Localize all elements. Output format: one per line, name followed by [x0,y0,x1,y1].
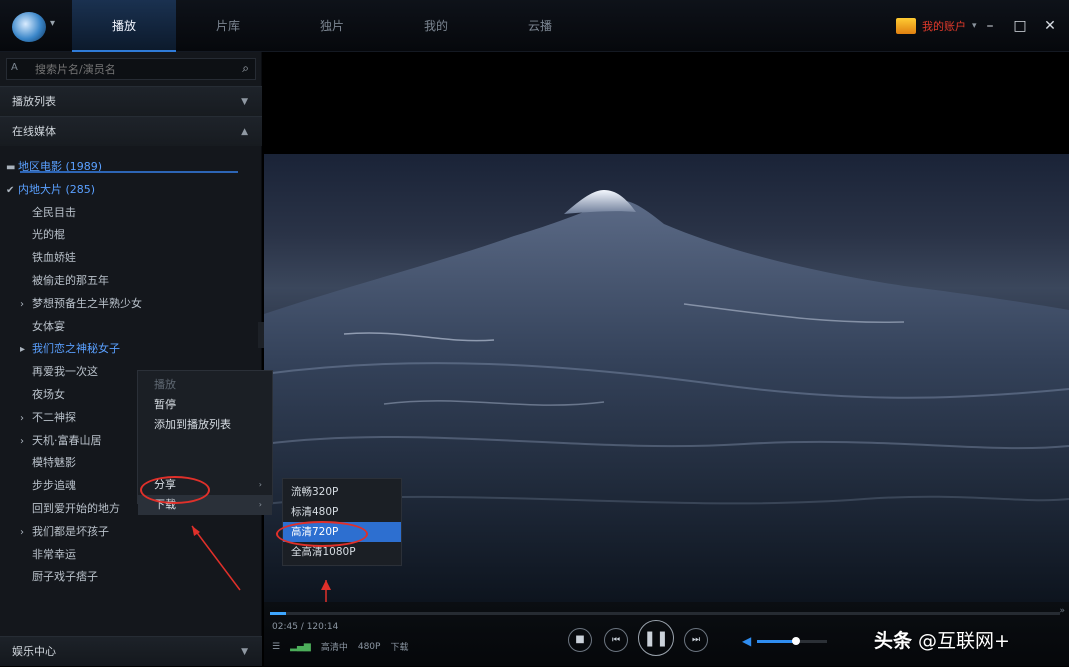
section-online-label: 在线媒体 [12,125,56,138]
title-bar: ▾ 播放 片库 独片 我的 云播 我的账户 ▾ – □ ✕ [0,0,1069,52]
media-tree-item[interactable]: 铁血娇娃 [0,247,262,270]
watermark-handle: @互联网+ [918,630,1010,652]
maximize-icon[interactable]: □ [1007,14,1033,38]
resolution-button[interactable]: 480P [358,642,381,652]
minimize-icon[interactable]: – [977,14,1003,38]
media-tree-item-label: 我们恋之神秘女子 [32,342,120,356]
volume-slider[interactable] [757,636,828,645]
tab-play[interactable]: 播放 [72,0,176,52]
tab-exclusive[interactable]: 独片 [280,0,384,52]
media-tree-item-label: 女体宴 [32,319,65,333]
pause-icon[interactable]: ❚❚ [638,620,674,656]
quality-option[interactable]: 流畅320P [283,482,401,502]
expand-panel-icon[interactable]: » [1059,606,1065,616]
player-controls: 02:45 / 120:14 ☰ ▂▄▆ 高清中 480P 下载 ■ ⏮ ❚❚ … [264,602,1069,666]
media-tree-item-label: 夜场女 [32,387,65,401]
media-tree-item[interactable]: ▬ 地区电影 (1989) [0,156,262,179]
tree-toggle-icon: › [20,526,24,538]
submenu-arrow-icon: › [258,500,262,509]
window-controls: – □ ✕ [977,14,1063,38]
media-tree-item-label: 全民目击 [32,205,76,219]
user-chevron-down-icon[interactable]: ▾ [972,21,977,31]
volume-fill [757,639,796,643]
tab-mine[interactable]: 我的 [384,0,488,52]
section-playlist-label: 播放列表 [12,95,56,108]
media-tree-item-label: 再爱我一次这 [32,365,98,379]
tree-toggle-icon: › [20,298,24,310]
selection-divider [20,171,238,173]
media-tree-item[interactable]: › 梦想预备生之半熟少女 [0,293,262,316]
tree-toggle-icon: › [20,412,24,424]
volume-icon[interactable]: ◀ [742,634,751,648]
section-entertainment-label: 娱乐中心 [12,645,56,658]
user-name[interactable]: 我的账户 [922,18,966,34]
user-avatar-icon [896,18,916,34]
time-display: 02:45 / 120:14 [272,622,339,632]
context-menu-item[interactable]: 添加到播放列表 [138,415,272,435]
media-tree-item-label: 回到爱开始的地方 [32,501,120,515]
media-tree-item-label: 天机·富春山居 [32,433,102,447]
media-tree-item[interactable]: 被偷走的那五年 [0,270,262,293]
next-icon[interactable]: ⏭ [684,628,708,652]
menu-caret-icon[interactable]: ▾ [50,18,55,29]
media-tree-item-label: 模特魅影 [32,456,76,470]
media-tree-item-label: 不二神探 [32,410,76,424]
volume-knob[interactable] [791,636,800,645]
tab-cloud[interactable]: 云播 [488,0,592,52]
download-highlight-ring [140,476,210,504]
stop-icon[interactable]: ■ [568,628,592,652]
context-menu-item-label: 暂停 [154,398,176,411]
volume-control: ◀ [742,634,828,648]
section-online[interactable]: 在线媒体 ▲ [0,116,262,146]
context-menu-item [138,435,272,455]
close-icon[interactable]: ✕ [1037,14,1063,38]
media-tree-item-label: 梦想预备生之半熟少女 [32,296,142,310]
chevron-up-icon: ▲ [241,127,248,137]
context-menu-item[interactable]: 暂停 [138,395,272,415]
progress-fill [270,612,286,615]
chevron-down-icon: ▼ [241,97,248,107]
main-tabs: 播放 片库 独片 我的 云播 [72,0,592,52]
watermark: 头条 @互联网+ [874,626,1010,653]
context-menu-item-label: 播放 [154,378,176,391]
media-tree-item[interactable]: 全民目击 [0,202,262,225]
app-logo-icon[interactable] [12,12,46,42]
search-prefix-icon[interactable]: A [11,62,18,73]
media-tree-item[interactable]: 光的棍 [0,224,262,247]
media-tree-item[interactable]: ▸ 我们恋之神秘女子 [0,338,262,361]
media-tree-item[interactable]: 女体宴 [0,316,262,339]
context-menu-item [138,455,272,475]
search-icon[interactable]: ⌕ [242,61,249,76]
media-tree-item-label: 步步追魂 [32,479,76,493]
context-menu-item[interactable]: 播放 [138,375,272,395]
playback-info: ☰ ▂▄▆ 高清中 480P 下载 [272,640,408,654]
tree-toggle-icon: ▬ [6,162,16,173]
watermark-brand: 头条 [874,630,913,652]
search-input[interactable] [33,61,223,77]
media-tree-item-label: 我们都是坏孩子 [32,524,109,538]
media-tree-item-label: 内地大片 (285) [18,182,96,196]
media-tree-item-label: 非常幸运 [32,547,76,561]
media-tree-item-label: 被偷走的那五年 [32,273,109,287]
quality-option[interactable]: 标清480P [283,502,401,522]
previous-icon[interactable]: ⏮ [604,628,628,652]
playlist-icon[interactable]: ☰ [272,642,280,652]
progress-bar[interactable] [270,612,1060,615]
media-tree-item-label: 光的棍 [32,228,65,242]
tab-library[interactable]: 片库 [176,0,280,52]
signal-icon: ▂▄▆ [290,641,311,652]
context-menu-item-label: 添加到播放列表 [154,418,231,431]
search-box: A ⌕ [6,58,256,80]
submenu-arrow-icon: › [258,480,262,489]
tree-toggle-icon: ✔ [6,184,15,196]
download-button[interactable]: 下载 [390,640,408,653]
user-account[interactable]: 我的账户 ▾ [896,18,977,34]
media-tree-item-label: 铁血娇娃 [32,251,76,265]
tree-toggle-icon: › [20,435,24,447]
tree-toggle-icon: ▸ [20,344,26,356]
quality-text: 高清中 [320,643,348,653]
section-playlist[interactable]: 播放列表 ▼ [0,86,262,116]
media-tree-item[interactable]: ✔ 内地大片 (285) [0,179,262,202]
media-tree-item-label: 厨子戏子痞子 [32,570,98,584]
